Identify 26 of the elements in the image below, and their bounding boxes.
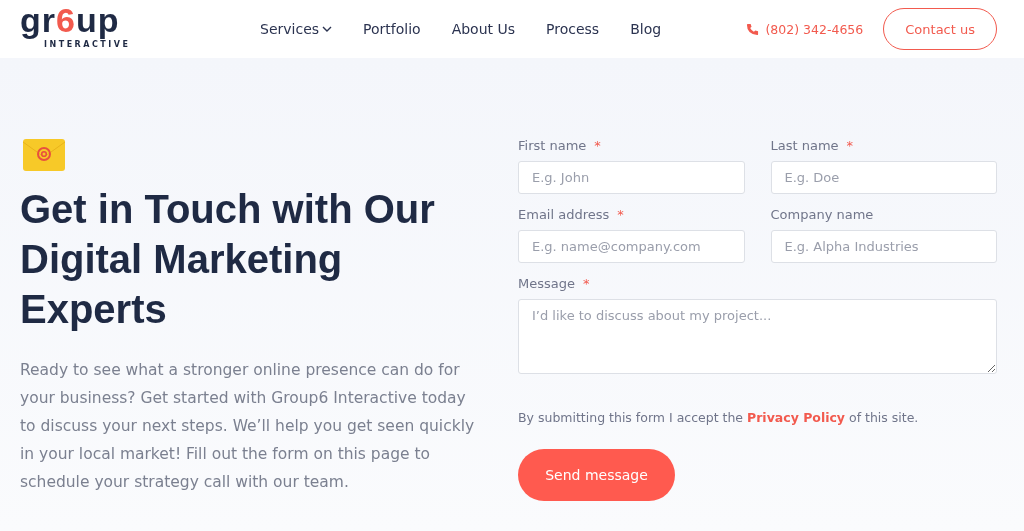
input-field[interactable]: E.g. Doe <box>770 161 997 194</box>
field-label: Company name <box>770 207 874 222</box>
nav-link[interactable]: Blog <box>630 21 662 37</box>
logo[interactable]: gr6up INTERACTIVE <box>20 9 160 49</box>
message-field[interactable]: I’d like to discuss about my project... <box>518 299 997 374</box>
email-envelope-icon <box>22 138 66 172</box>
caret-icon <box>322 25 333 33</box>
required-mark: * <box>583 276 590 291</box>
page-heading: Get in Touch with Our Digital Marketing Experts <box>20 186 436 333</box>
required-mark: * <box>594 138 601 153</box>
field-label: Last name <box>770 138 839 153</box>
field-label: Message <box>518 276 575 291</box>
required-mark: * <box>846 138 854 153</box>
nav-link[interactable]: Process <box>546 21 600 37</box>
intro-paragraph: Ready to see what a stronger online presence can do for your business? Get started with Group6 Interactive today to discuss your next steps. We’ll help you get seen quickly in your local market! Fill out the form on this page to schedule your strategy call with our team. <box>20 360 476 493</box>
field-label: First name <box>518 138 587 153</box>
field-label: Email address <box>518 207 610 222</box>
phone-icon <box>746 22 760 36</box>
input-field[interactable]: E.g. John <box>518 161 745 194</box>
nav-link[interactable]: Services <box>260 21 333 37</box>
required-mark: * <box>617 207 624 222</box>
input-field[interactable]: E.g. Alpha Industries <box>770 230 997 263</box>
nav-link[interactable]: About Us <box>451 21 516 37</box>
input-field[interactable]: E.g. name@company.com <box>518 230 745 263</box>
consent-text: By submitting this form I accept the Privacy Policy of this site. <box>518 410 920 425</box>
nav-link[interactable]: Portfolio <box>363 21 421 37</box>
